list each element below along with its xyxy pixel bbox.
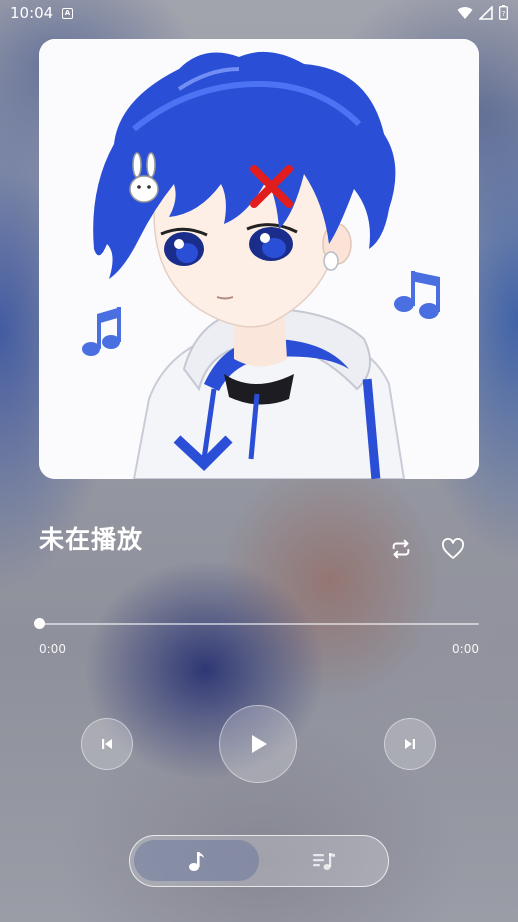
status-icons: ? <box>457 5 508 20</box>
skip-next-icon <box>405 739 415 749</box>
current-time: 0:00 <box>39 642 66 656</box>
status-bar: 10:04 A ? <box>0 0 518 28</box>
battery-icon: ? <box>499 5 508 20</box>
repeat-button[interactable] <box>387 535 415 563</box>
album-art <box>39 39 479 479</box>
progress-slider[interactable] <box>34 618 479 629</box>
music-note-icon <box>188 851 204 871</box>
anime-boy-illustration <box>39 39 479 479</box>
repeat-icon <box>392 539 410 559</box>
like-button[interactable] <box>439 535 467 563</box>
tab-playlist[interactable] <box>261 840 386 881</box>
status-time: 10:04 <box>10 4 54 22</box>
playlist-icon <box>312 852 335 870</box>
wifi-icon <box>457 6 473 19</box>
play-button[interactable] <box>219 705 297 783</box>
signal-icon <box>479 5 493 20</box>
tab-player[interactable] <box>134 840 259 881</box>
progress-thumb[interactable] <box>34 618 45 629</box>
next-button[interactable] <box>384 718 436 770</box>
total-time: 0:00 <box>452 642 479 656</box>
heart-outline-icon <box>442 538 464 559</box>
previous-button[interactable] <box>81 718 133 770</box>
track-title: 未在播放 <box>39 525 144 554</box>
bottom-nav <box>129 835 389 887</box>
svg-text:?: ? <box>502 10 506 18</box>
a-letter-icon: A <box>62 8 73 19</box>
skip-previous-icon <box>102 739 112 749</box>
play-icon <box>252 735 267 753</box>
